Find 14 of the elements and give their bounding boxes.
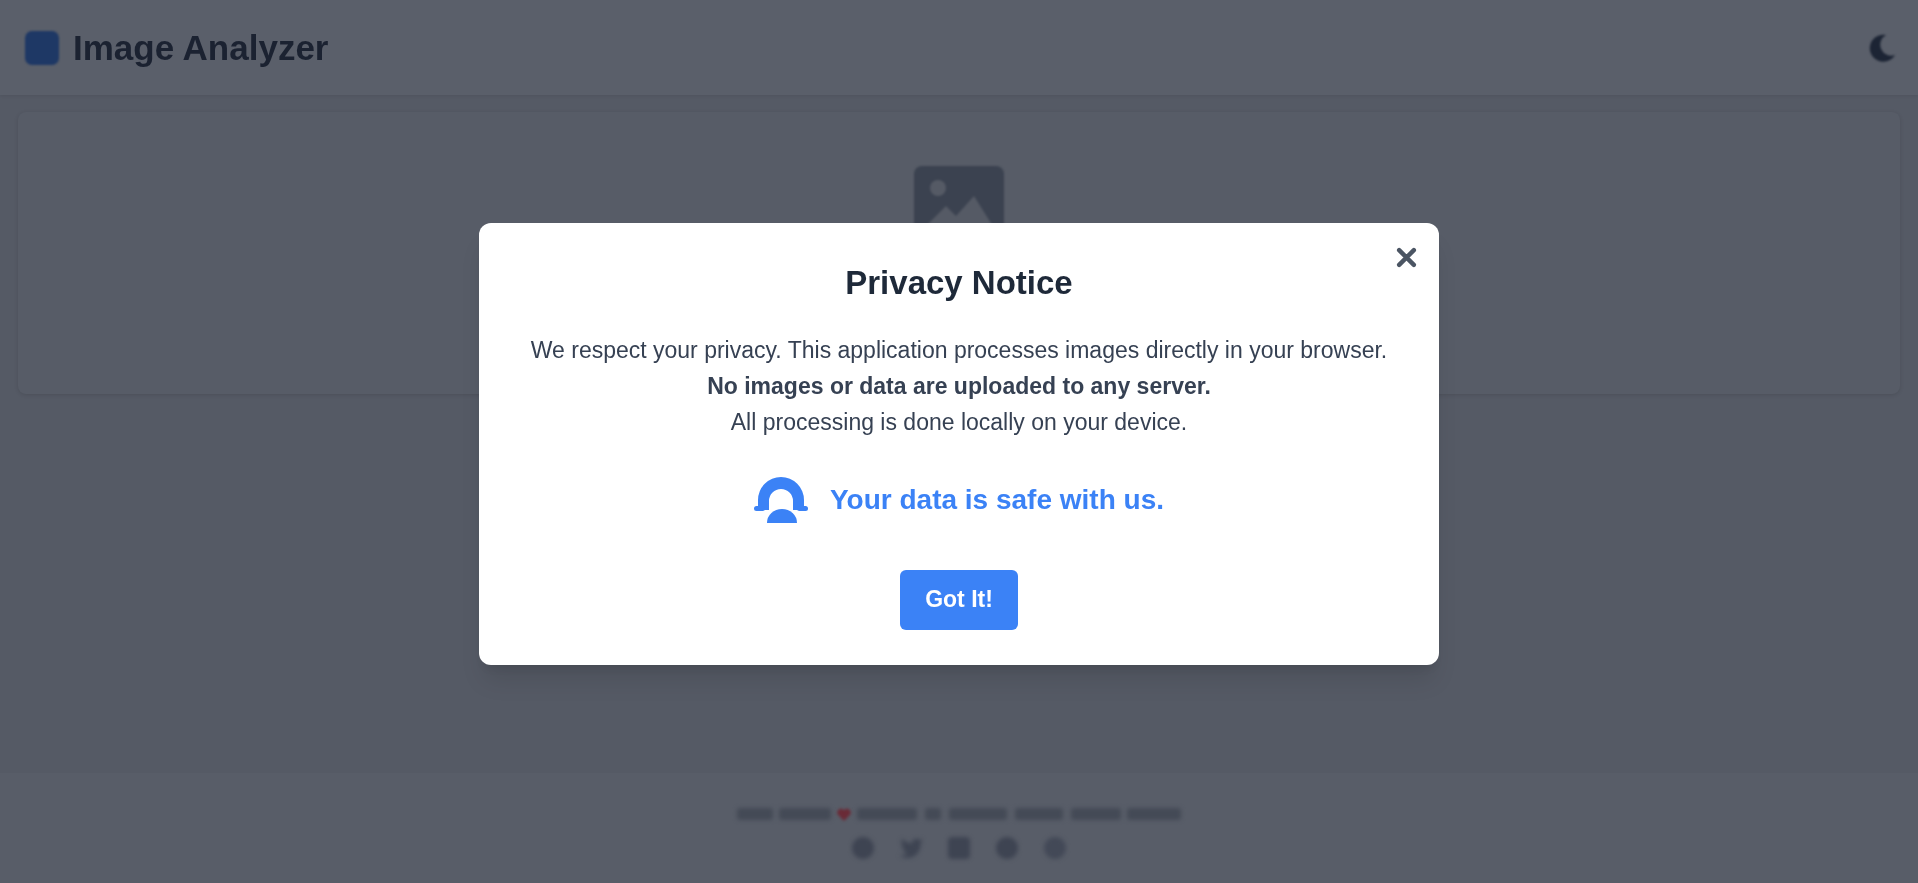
moon-icon[interactable] (1868, 33, 1896, 62)
close-icon (1395, 247, 1417, 268)
dialog-title: Privacy Notice (845, 262, 1073, 303)
headset-icon (754, 476, 808, 523)
safe-note: Your data is safe with us. (830, 482, 1164, 517)
circle-icon[interactable] (851, 836, 875, 860)
bird-icon[interactable] (899, 838, 923, 858)
logo-icon (25, 30, 59, 65)
circle-icon[interactable] (995, 836, 1019, 860)
got-it-button[interactable]: Got It! (900, 569, 1018, 630)
heart-icon (837, 807, 851, 821)
app-title: Image Analyzer (73, 27, 329, 68)
privacy-paragraph: We respect your privacy. This application processes images directly in your browser. No images or data are uploaded to any server. All processing is done locally on your device. (530, 335, 1388, 437)
square-icon[interactable] (947, 836, 971, 860)
